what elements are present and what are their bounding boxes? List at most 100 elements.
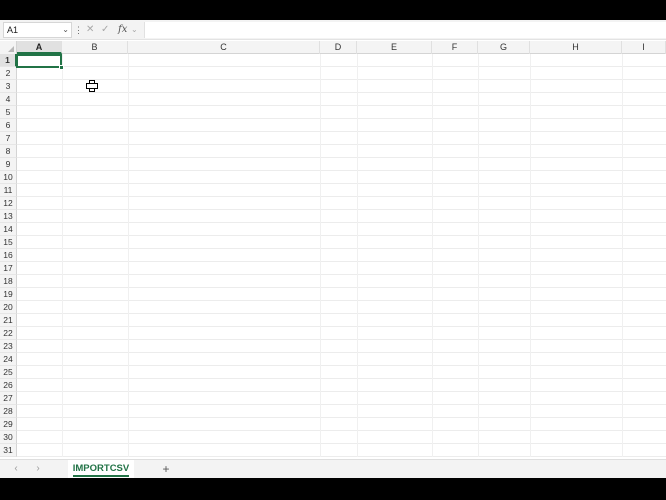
column-gridline <box>530 54 531 457</box>
row-header-19[interactable]: 19 <box>0 288 17 301</box>
row-header-1[interactable]: 1 <box>0 54 17 67</box>
row-gridline <box>17 352 666 353</box>
row-header-4[interactable]: 4 <box>0 93 17 106</box>
cancel-icon[interactable]: ✕ <box>86 22 94 38</box>
row-gridline <box>17 196 666 197</box>
row-gridline <box>17 300 666 301</box>
row-header-8[interactable]: 8 <box>0 145 17 158</box>
excel-window: A1 ⌄ ⋮ ✕ ✓ fx ⌄ ABCDEFGHI 1 2 3 4 5 6 7 8 9 10 11 1… <box>0 20 666 478</box>
column-header-h[interactable]: H <box>530 41 622 54</box>
row-gridline <box>17 287 666 288</box>
row-gridline <box>17 248 666 249</box>
column-header-i[interactable]: I <box>622 41 666 54</box>
row-header-24[interactable]: 24 <box>0 353 17 366</box>
row-header-17[interactable]: 17 <box>0 262 17 275</box>
sheet-tabs-bar: ‹ › IMPORTCSV + <box>0 459 666 478</box>
row-gridline <box>17 222 666 223</box>
spreadsheet-grid[interactable]: ABCDEFGHI 1 2 3 4 5 6 7 8 9 10 11 12 13 14 15 16 17 18 19 2… <box>0 41 666 461</box>
select-all-triangle-icon <box>8 46 14 52</box>
column-header-g[interactable]: G <box>478 41 530 54</box>
row-gridline <box>17 456 666 457</box>
formula-input[interactable] <box>144 22 666 38</box>
column-header-e[interactable]: E <box>357 41 432 54</box>
row-header-5[interactable]: 5 <box>0 106 17 119</box>
row-header-21[interactable]: 21 <box>0 314 17 327</box>
row-header-15[interactable]: 15 <box>0 236 17 249</box>
row-gridline <box>17 79 666 80</box>
column-header-row: ABCDEFGHI <box>0 41 666 54</box>
row-gridline <box>17 391 666 392</box>
row-header-26[interactable]: 26 <box>0 379 17 392</box>
row-header-20[interactable]: 20 <box>0 301 17 314</box>
row-header-30[interactable]: 30 <box>0 431 17 444</box>
add-sheet-icon[interactable]: + <box>158 461 174 477</box>
enter-icon[interactable]: ✓ <box>101 22 109 38</box>
sheet-tab-label: IMPORTCSV <box>72 463 130 477</box>
row-header-18[interactable]: 18 <box>0 275 17 288</box>
chevron-down-icon[interactable]: ⌄ <box>62 23 69 37</box>
row-gridline <box>17 118 666 119</box>
active-cell-a1[interactable] <box>16 54 62 68</box>
more-options-icon[interactable]: ⋮ <box>74 23 83 37</box>
formula-bar: A1 ⌄ ⋮ ✕ ✓ fx ⌄ <box>0 20 666 40</box>
row-gridline <box>17 235 666 236</box>
row-gridline <box>17 183 666 184</box>
row-header-10[interactable]: 10 <box>0 171 17 184</box>
row-gridline <box>17 209 666 210</box>
row-header-12[interactable]: 12 <box>0 197 17 210</box>
column-gridline <box>478 54 479 457</box>
column-header-d[interactable]: D <box>320 41 357 54</box>
row-header-22[interactable]: 22 <box>0 327 17 340</box>
row-gridline <box>17 417 666 418</box>
row-header-3[interactable]: 3 <box>0 80 17 93</box>
row-header-14[interactable]: 14 <box>0 223 17 236</box>
row-gridline <box>17 443 666 444</box>
column-gridline <box>432 54 433 457</box>
column-gridline <box>357 54 358 457</box>
row-header-6[interactable]: 6 <box>0 119 17 132</box>
cell-select-cursor-icon <box>86 80 98 92</box>
row-header-9[interactable]: 9 <box>0 158 17 171</box>
row-header-25[interactable]: 25 <box>0 366 17 379</box>
prev-sheet-icon[interactable]: ‹ <box>9 462 23 476</box>
select-all-corner[interactable] <box>0 41 17 54</box>
name-box[interactable]: A1 ⌄ <box>3 22 72 38</box>
column-gridline <box>62 54 63 457</box>
fill-handle[interactable] <box>59 65 64 70</box>
row-gridline <box>17 365 666 366</box>
row-gridline <box>17 430 666 431</box>
row-header-28[interactable]: 28 <box>0 405 17 418</box>
row-gridline <box>17 378 666 379</box>
insert-function-icon[interactable]: fx <box>118 22 127 38</box>
row-gridline <box>17 326 666 327</box>
column-header-c[interactable]: C <box>128 41 320 54</box>
row-gridline <box>17 313 666 314</box>
row-gridline <box>17 274 666 275</box>
row-header-13[interactable]: 13 <box>0 210 17 223</box>
chevron-down-icon[interactable]: ⌄ <box>131 22 138 38</box>
row-gridline <box>17 404 666 405</box>
row-header-11[interactable]: 11 <box>0 184 17 197</box>
row-gridline <box>17 131 666 132</box>
row-header-31[interactable]: 31 <box>0 444 17 457</box>
row-header-16[interactable]: 16 <box>0 249 17 262</box>
row-header-2[interactable]: 2 <box>0 67 17 80</box>
row-gridline <box>17 261 666 262</box>
row-header-23[interactable]: 23 <box>0 340 17 353</box>
row-header-7[interactable]: 7 <box>0 132 17 145</box>
sheet-tab-importcsv[interactable]: IMPORTCSV <box>68 460 134 478</box>
row-gridline <box>17 144 666 145</box>
column-header-b[interactable]: B <box>62 41 128 54</box>
row-gridline <box>17 66 666 67</box>
column-gridline <box>320 54 321 457</box>
row-header-27[interactable]: 27 <box>0 392 17 405</box>
row-gridline <box>17 157 666 158</box>
row-gridline <box>17 339 666 340</box>
column-gridline <box>128 54 129 457</box>
column-gridline <box>622 54 623 457</box>
row-gridline <box>17 170 666 171</box>
column-header-f[interactable]: F <box>432 41 478 54</box>
column-header-a[interactable]: A <box>17 41 62 54</box>
row-header-29[interactable]: 29 <box>0 418 17 431</box>
next-sheet-icon[interactable]: › <box>31 462 45 476</box>
